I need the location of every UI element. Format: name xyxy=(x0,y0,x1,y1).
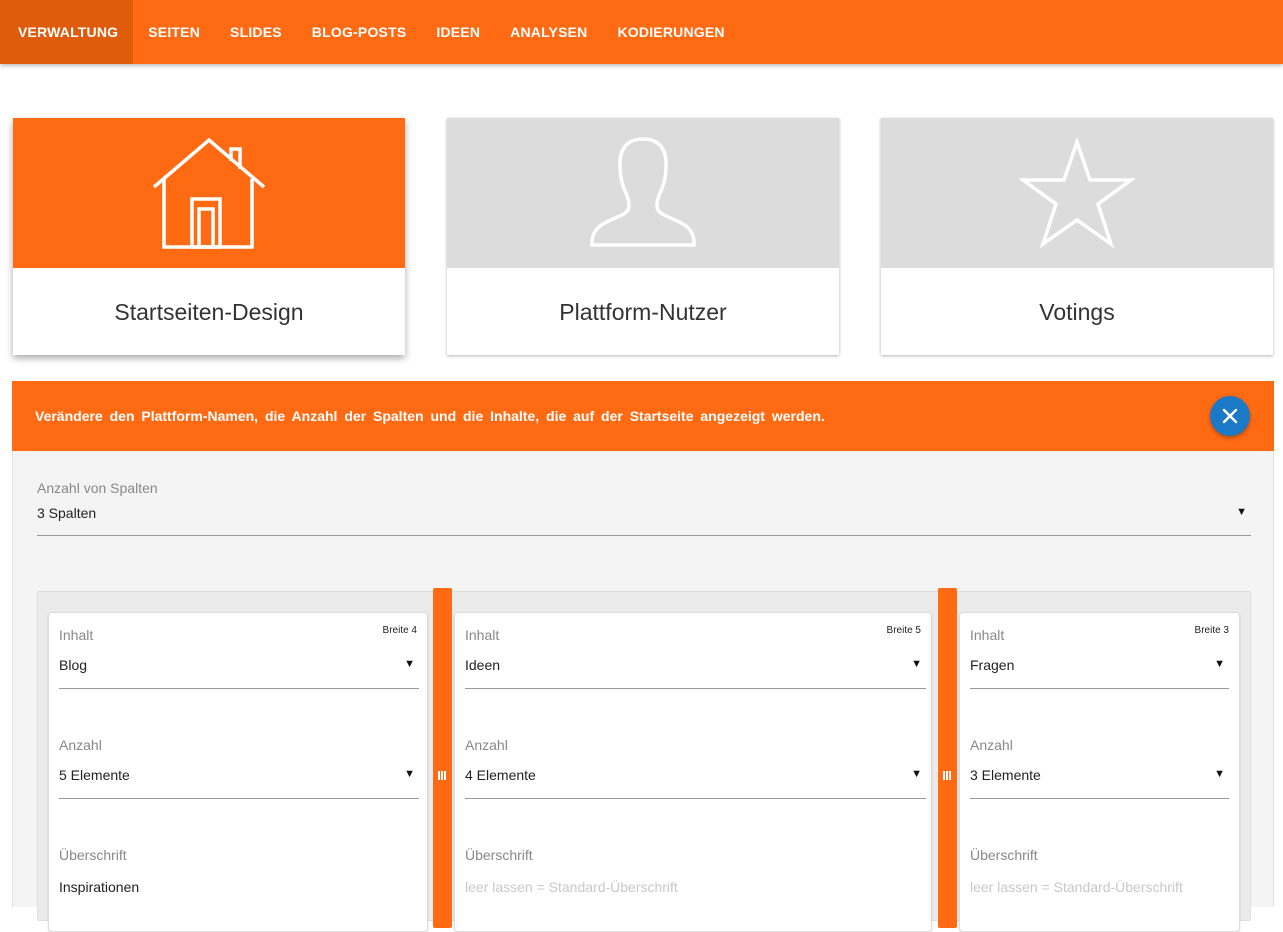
chevron-down-icon: ▼ xyxy=(1236,506,1247,518)
select-value: 5 Elemente xyxy=(59,767,130,783)
nav-item-seiten[interactable]: SEITEN xyxy=(133,0,215,64)
select-value: Blog xyxy=(59,657,88,673)
content-select[interactable]: Blog ▼ xyxy=(59,653,419,689)
nav-item-kodierungen[interactable]: KODIERUNGEN xyxy=(602,0,739,64)
chevron-down-icon: ▼ xyxy=(404,658,415,670)
chevron-down-icon: ▼ xyxy=(404,768,415,780)
nav-item-slides[interactable]: SLIDES xyxy=(215,0,297,64)
nav-item-analysen[interactable]: ANALYSEN xyxy=(495,0,602,64)
count-label: Anzahl xyxy=(970,737,1013,753)
chevron-down-icon: ▼ xyxy=(911,768,922,780)
nav-item-verwaltung[interactable]: VERWALTUNG xyxy=(0,0,134,64)
column-width-badge: Breite 4 xyxy=(382,625,417,636)
columns-count-select[interactable]: 3 Spalten ▼ xyxy=(37,496,1251,536)
columns-count-label: Anzahl von Spalten xyxy=(37,480,158,496)
card-label: Plattform-Nutzer xyxy=(559,299,727,325)
chevron-down-icon: ▼ xyxy=(1214,768,1225,780)
card-icon-area xyxy=(13,118,405,268)
chevron-down-icon: ▼ xyxy=(911,658,922,670)
star-icon xyxy=(1019,138,1135,248)
card-label: Votings xyxy=(1039,299,1115,325)
info-banner: Verändere den Plattform-Namen, die Anzah… xyxy=(12,381,1274,451)
select-value: Fragen xyxy=(970,657,1015,673)
column-3: Breite 3 Inhalt Fragen ▼ Anzahl 3 Elemen… xyxy=(959,612,1240,932)
card-icon-area xyxy=(447,118,839,268)
card-votings[interactable]: Votings xyxy=(881,118,1273,355)
nav-item-ideen[interactable]: IDEEN xyxy=(421,0,495,64)
heading-input[interactable] xyxy=(465,879,926,895)
column-1: Breite 4 Inhalt Blog ▼ Anzahl 5 Elemente… xyxy=(48,612,428,932)
heading-label: Überschrift xyxy=(465,847,533,863)
content-select[interactable]: Fragen ▼ xyxy=(970,653,1229,689)
chevron-down-icon: ▼ xyxy=(1214,658,1225,670)
select-value: 3 Spalten xyxy=(37,505,97,521)
close-button[interactable] xyxy=(1210,396,1250,436)
select-value: 4 Elemente xyxy=(465,767,536,783)
user-icon xyxy=(590,137,696,247)
count-select[interactable]: 5 Elemente ▼ xyxy=(59,763,419,799)
close-icon xyxy=(1222,408,1238,424)
heading-input[interactable] xyxy=(59,879,419,895)
column-2: Breite 5 Inhalt Ideen ▼ Anzahl 4 Element… xyxy=(454,612,932,932)
banner-text: Verändere den Plattform-Namen, die Anzah… xyxy=(35,408,825,424)
count-select[interactable]: 3 Elemente ▼ xyxy=(970,763,1229,799)
card-label: Startseiten-Design xyxy=(114,299,304,325)
house-icon xyxy=(152,137,266,249)
heading-label: Überschrift xyxy=(970,847,1038,863)
count-label: Anzahl xyxy=(465,737,508,753)
heading-input[interactable] xyxy=(970,879,1229,895)
grip-icon xyxy=(438,771,446,780)
top-navigation: VERWALTUNG SEITEN SLIDES BLOG-POSTS IDEE… xyxy=(0,0,1283,64)
grip-icon xyxy=(943,771,951,780)
columns-layout-editor: Breite 4 Inhalt Blog ▼ Anzahl 5 Elemente… xyxy=(37,588,1251,932)
card-icon-area xyxy=(881,118,1273,268)
select-value: 3 Elemente xyxy=(970,767,1041,783)
content-label: Inhalt xyxy=(465,627,500,643)
content-label: Inhalt xyxy=(59,627,94,643)
column-resize-handle[interactable] xyxy=(433,588,452,928)
settings-panel: Anzahl von Spalten 3 Spalten ▼ Breite 4 … xyxy=(12,451,1274,932)
count-select[interactable]: 4 Elemente ▼ xyxy=(465,763,926,799)
column-width-badge: Breite 5 xyxy=(886,625,921,636)
select-value: Ideen xyxy=(465,657,501,673)
column-width-badge: Breite 3 xyxy=(1194,625,1229,636)
nav-item-blog-posts[interactable]: BLOG-POSTS xyxy=(297,0,422,64)
heading-label: Überschrift xyxy=(59,847,127,863)
card-startseiten-design[interactable]: Startseiten-Design xyxy=(13,118,405,355)
content-label: Inhalt xyxy=(970,627,1005,643)
count-label: Anzahl xyxy=(59,737,102,753)
content-select[interactable]: Ideen ▼ xyxy=(465,653,926,689)
card-plattform-nutzer[interactable]: Plattform-Nutzer xyxy=(447,118,839,355)
column-resize-handle[interactable] xyxy=(938,588,957,928)
